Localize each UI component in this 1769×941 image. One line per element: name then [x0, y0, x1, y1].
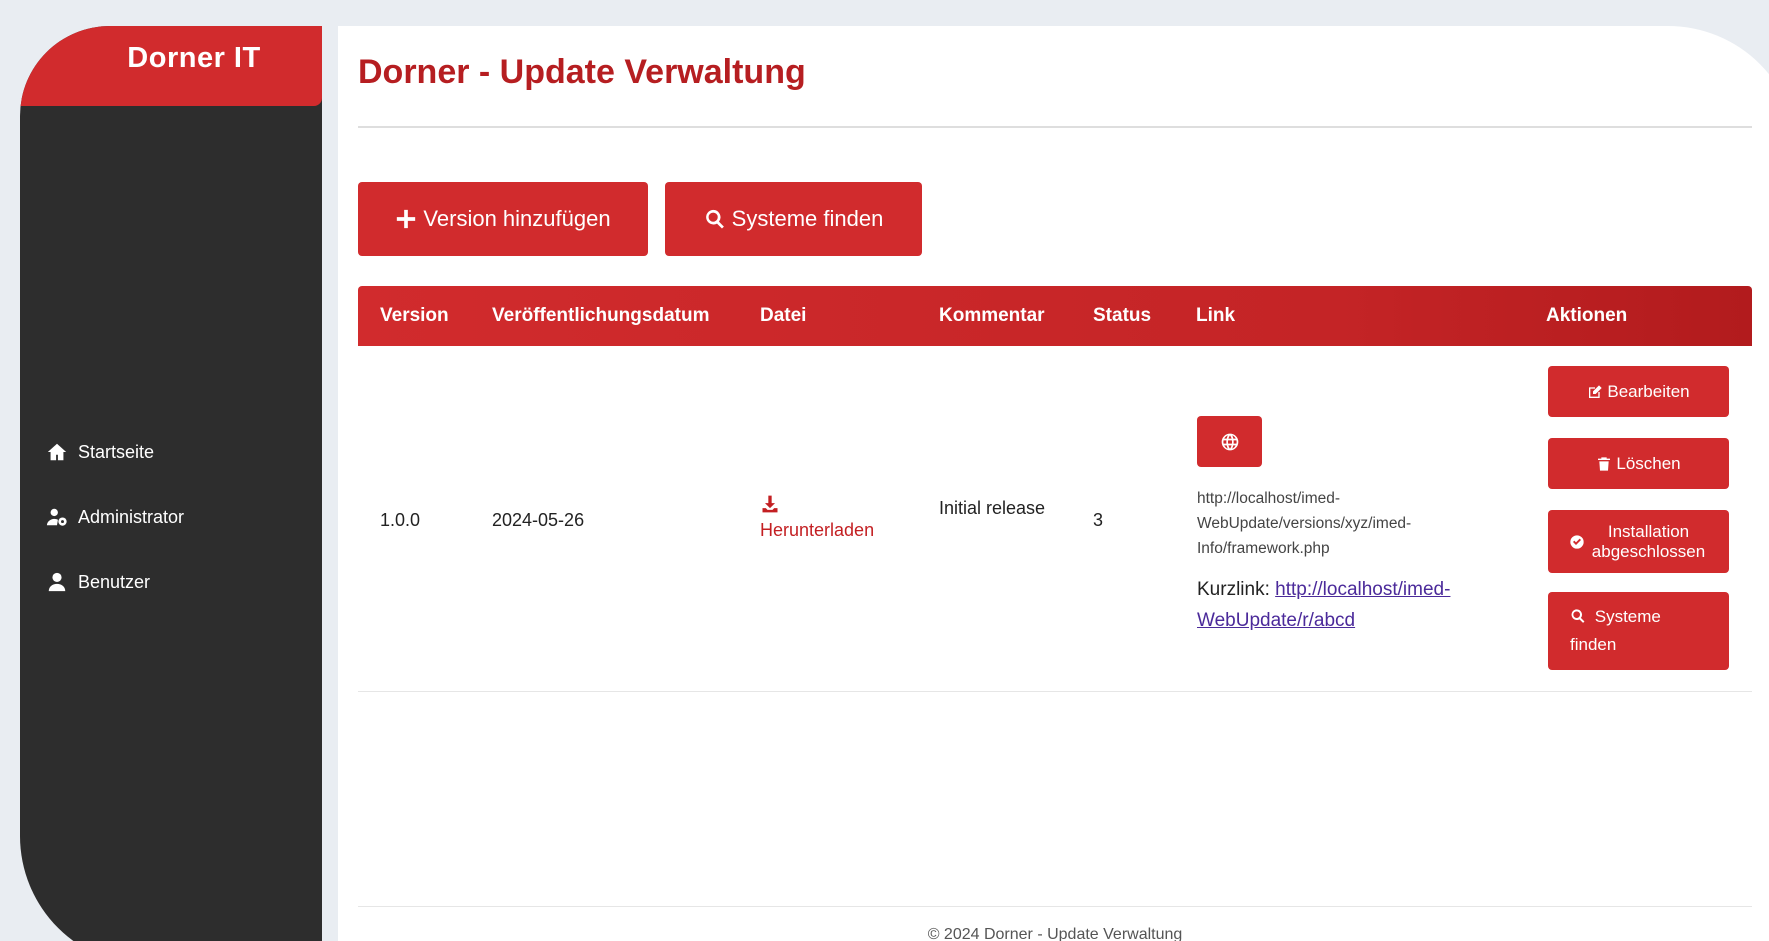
divider [358, 126, 1752, 128]
brand-logo[interactable]: Dorner IT [20, 26, 322, 106]
edit-icon [1589, 384, 1603, 398]
download-link[interactable]: Herunterladen [760, 494, 874, 541]
add-version-button[interactable]: Version hinzufügen [358, 182, 648, 256]
cell-date: 2024-05-26 [492, 510, 585, 530]
sidebar-item-benutzer[interactable]: Benutzer [46, 568, 184, 596]
globe-icon [1221, 433, 1238, 450]
home-icon [47, 443, 67, 461]
download-icon [762, 495, 778, 513]
find-systems-row-button[interactable]: Systeme finden [1548, 592, 1729, 670]
sidebar-nav: Startseite Administrator Benutzer [46, 438, 184, 633]
footer-divider [358, 906, 1752, 907]
edit-button[interactable]: Bearbeiten [1548, 366, 1729, 417]
versions-table: Version Veröffentlichungsdatum Datei Kom… [358, 286, 1752, 692]
plus-icon [397, 209, 416, 229]
installation-complete-button[interactable]: Installation abgeschlossen [1548, 510, 1729, 573]
header-date: Veröffentlichungsdatum [492, 305, 710, 326]
search-icon [1571, 609, 1585, 623]
find-systems-row-content: Systeme finden [1570, 607, 1661, 654]
page-title: Dorner - Update Verwaltung [358, 53, 806, 91]
header-link: Link [1196, 305, 1236, 326]
table-header: Version Veröffentlichungsdatum Datei Kom… [358, 286, 1752, 346]
main-content: Dorner - Update Verwaltung Version hinzu… [338, 26, 1769, 941]
cell-comment: Initial release [939, 498, 1046, 518]
footer: © 2024 Dorner - Update Verwaltung [927, 926, 1183, 941]
sidebar-item-startseite[interactable]: Startseite [46, 438, 184, 466]
header-status: Status [1093, 305, 1152, 326]
cell-status: 3 [1093, 510, 1104, 530]
header-version: Version [380, 305, 449, 326]
user-icon [48, 572, 66, 592]
table-row: 1.0.0 2024-05-26 Herunterladen Initial r… [358, 346, 1752, 692]
delete-button[interactable]: Löschen [1548, 438, 1729, 489]
check-circle-icon [1569, 534, 1584, 549]
cell-version: 1.0.0 [380, 510, 421, 530]
user-gear-icon [46, 508, 67, 526]
installation-complete-content: Installation abgeschlossen [1569, 522, 1709, 562]
trash-icon [1598, 456, 1611, 471]
sidebar-item-administrator[interactable]: Administrator [46, 503, 184, 531]
header-actions: Aktionen [1546, 305, 1628, 326]
shortlink: Kurzlink: http://localhost/imed-WebUpdat… [1197, 579, 1451, 631]
find-systems-button[interactable]: Systeme finden [665, 182, 922, 256]
sidebar: Dorner IT Startseite Administrator Benut… [20, 26, 322, 941]
header-comment: Kommentar [939, 305, 1045, 326]
open-link-button[interactable] [1197, 416, 1262, 467]
search-icon [705, 209, 724, 229]
version-url: http://localhost/imed-WebUpdate/versions… [1197, 490, 1412, 557]
header-file: Datei [760, 305, 807, 326]
